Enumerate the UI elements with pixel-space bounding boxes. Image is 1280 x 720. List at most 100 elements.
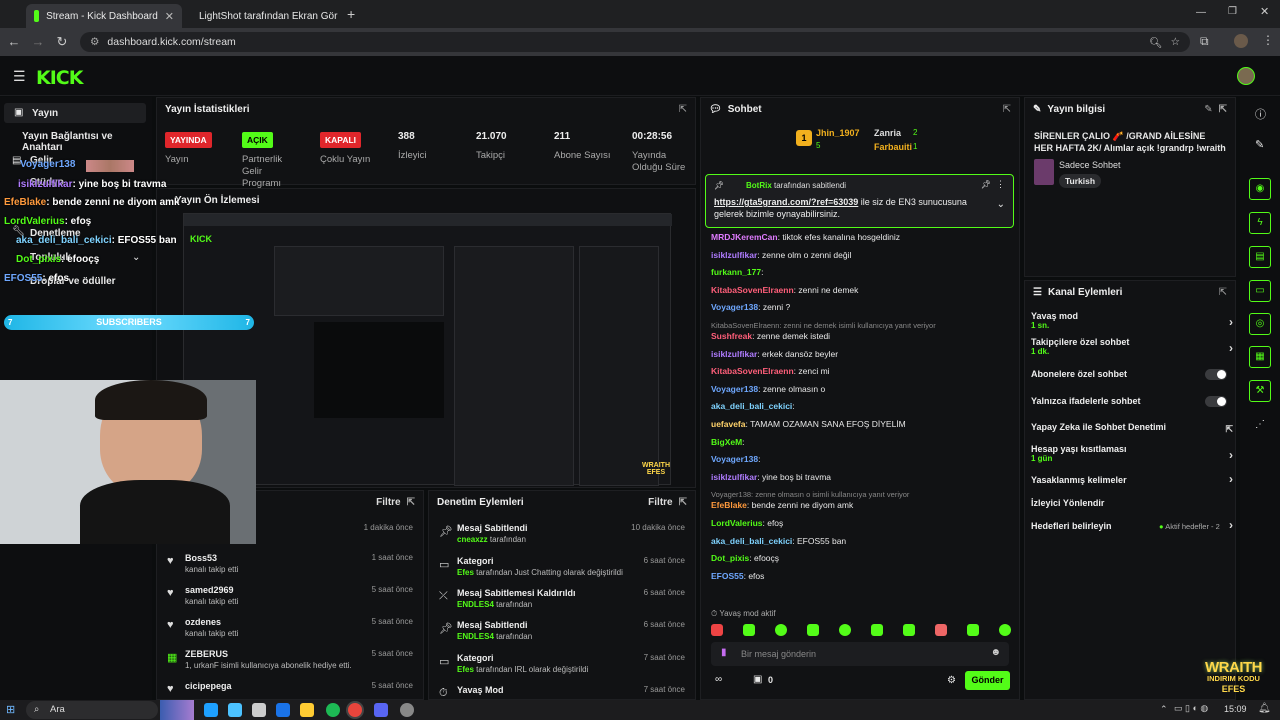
external-link-icon[interactable]: ⇱ bbox=[1225, 424, 1233, 435]
top-gifter-name[interactable]: Jhin_1907 bbox=[816, 128, 860, 138]
notifications-icon[interactable]: 🔔︎ bbox=[1258, 703, 1271, 714]
channel-points-icon[interactable]: ∞ bbox=[715, 674, 722, 685]
language-tag[interactable]: Turkish bbox=[1059, 174, 1102, 188]
tab-lightshot[interactable]: LightShot tarafından Ekran Gör ✕ bbox=[184, 4, 342, 28]
back-icon[interactable]: ← bbox=[6, 34, 22, 50]
mic-icon[interactable]: ▮ bbox=[721, 647, 727, 658]
new-tab-icon[interactable]: + bbox=[347, 6, 355, 22]
action-followers-only[interactable]: Takipçilere özel sohbet 1 dk. › bbox=[1031, 337, 1233, 356]
event-user[interactable]: ozdenes bbox=[185, 617, 221, 627]
chat-username[interactable]: Voyager138 bbox=[711, 384, 758, 394]
edit-icon[interactable]: ✎ bbox=[1255, 138, 1264, 151]
zoom-icon[interactable]: 🔍︎ bbox=[1149, 36, 1162, 49]
emote-icon[interactable] bbox=[999, 624, 1011, 636]
outlook-icon[interactable] bbox=[276, 703, 290, 717]
taskbar-search[interactable]: ⌕ Ara bbox=[26, 701, 158, 719]
modlog-user[interactable]: ENDLES4 bbox=[457, 632, 494, 641]
unpin-icon[interactable]: 📌︎ bbox=[981, 180, 991, 189]
action-ai-moderation[interactable]: Yapay Zeka ile Sohbet Denetimi ⇱ bbox=[1031, 422, 1233, 435]
extensions-icon[interactable]: ⧉ bbox=[1200, 34, 1209, 49]
chat-username[interactable]: uefavefa bbox=[711, 419, 746, 429]
reload-icon[interactable]: ↻ bbox=[54, 34, 70, 50]
lightning-icon[interactable]: ϟ bbox=[1249, 212, 1271, 234]
wrench-icon[interactable]: ⚒ bbox=[1249, 380, 1271, 402]
sidebar-item-stream-key[interactable]: Yayın Bağlantısı ve Anahtarı bbox=[22, 131, 152, 153]
more-tools-icon[interactable]: ⋰ bbox=[1255, 419, 1265, 430]
emote-icon[interactable] bbox=[935, 624, 947, 636]
emote-icon[interactable] bbox=[903, 624, 915, 636]
gift-icon[interactable]: ▣ bbox=[753, 674, 762, 685]
expand-icon[interactable]: ⇱ bbox=[407, 497, 415, 508]
site-info-icon[interactable]: ⚙ bbox=[90, 36, 99, 48]
expand-icon[interactable]: ⇱ bbox=[679, 497, 687, 508]
chat-username[interactable]: Sushfreak bbox=[711, 331, 752, 341]
category-thumbnail[interactable] bbox=[1034, 159, 1054, 185]
tray-icons[interactable]: ▭ ▯ ◐ ◍ bbox=[1174, 703, 1208, 714]
chat-settings-icon[interactable]: ⚙ bbox=[947, 675, 956, 686]
modlog-user[interactable]: Efes bbox=[457, 665, 474, 674]
emote-icon[interactable] bbox=[711, 624, 723, 636]
hamburger-menu-icon[interactable]: ☰ bbox=[13, 68, 26, 85]
windows-start-icon[interactable]: ⊞ bbox=[6, 703, 15, 716]
emote-icon[interactable] bbox=[967, 624, 979, 636]
pinned-link[interactable]: https://gta5grand.com/?ref=63039 bbox=[714, 197, 858, 207]
stream-video[interactable]: KICK WRAITH EFES bbox=[183, 213, 672, 486]
profile-avatar[interactable] bbox=[1234, 34, 1248, 48]
file-explorer-icon[interactable] bbox=[300, 703, 314, 717]
spotify-icon[interactable] bbox=[326, 703, 340, 717]
chat-username[interactable]: EFOS55 bbox=[711, 571, 744, 581]
chevron-right-icon[interactable]: › bbox=[1229, 448, 1233, 462]
emote-icon[interactable] bbox=[775, 624, 787, 636]
chat-username[interactable]: isiklzulfikar bbox=[711, 250, 757, 260]
chat-username[interactable]: MRDJKeremCan bbox=[711, 232, 778, 242]
top-gifter-name[interactable]: Zanria bbox=[874, 128, 901, 138]
chat-username[interactable]: LordValerius bbox=[711, 518, 763, 528]
minimize-icon[interactable]: — bbox=[1196, 7, 1206, 18]
store-app-icon[interactable] bbox=[252, 703, 266, 717]
event-user[interactable]: ZEBERUS bbox=[185, 649, 228, 659]
filter-button[interactable]: Filtre bbox=[648, 497, 672, 508]
url-field[interactable]: ⚙ dashboard.kick.com/stream 🔍︎ ☆ bbox=[80, 32, 1190, 52]
more-options-icon[interactable]: ⋮ bbox=[996, 179, 1005, 190]
copilot-icon[interactable] bbox=[228, 703, 242, 717]
close-tab-icon[interactable]: ✕ bbox=[165, 10, 174, 23]
obs-icon[interactable] bbox=[400, 703, 414, 717]
modlog-user[interactable]: Efes bbox=[457, 568, 474, 577]
emote-icon[interactable] bbox=[743, 624, 755, 636]
chat-username[interactable]: Dot_pixis bbox=[711, 553, 749, 563]
action-account-age[interactable]: Hesap yaşı kısıtlaması 1 gün › bbox=[1031, 444, 1233, 463]
tab-kick-dashboard[interactable]: Stream - Kick Dashboard ✕ bbox=[26, 4, 182, 28]
modlog-user[interactable]: ENDLES4 bbox=[457, 600, 494, 609]
chat-username[interactable]: BigXeM bbox=[711, 437, 742, 447]
chat-username[interactable]: aka_deli_bali_cekici bbox=[711, 401, 792, 411]
action-banned-words[interactable]: Yasaklanmış kelimeler › bbox=[1031, 472, 1233, 486]
emoji-picker-icon[interactable]: ☻ bbox=[990, 647, 1001, 658]
send-button[interactable]: Gönder bbox=[965, 671, 1010, 690]
chevron-down-icon[interactable]: ⌄ bbox=[997, 199, 1005, 210]
chat-username[interactable]: aka_deli_bali_cekici bbox=[711, 536, 792, 546]
event-user[interactable]: samed2969 bbox=[185, 585, 234, 595]
chat-username[interactable]: Voyager138 bbox=[711, 454, 758, 464]
popout-icon[interactable]: ⇱ bbox=[1003, 104, 1011, 115]
sidebar-item-yayin[interactable]: ▣ Yayın bbox=[4, 103, 146, 123]
event-user[interactable]: Boss53 bbox=[185, 553, 217, 563]
clock[interactable]: 15:09 bbox=[1224, 704, 1247, 714]
chat-username[interactable]: KitabaSovenElraenn bbox=[711, 285, 794, 295]
chat-input[interactable]: ▮ Bir mesaj gönderin ☻ bbox=[711, 642, 1009, 666]
close-window-icon[interactable]: ✕ bbox=[1260, 5, 1269, 18]
broadcast-icon[interactable]: ◎ bbox=[1249, 313, 1271, 335]
emote-only-toggle[interactable] bbox=[1205, 396, 1227, 407]
chat-username[interactable]: KitabaSovenElraenn bbox=[711, 366, 794, 376]
chat-username[interactable]: furkann_177 bbox=[711, 267, 761, 277]
discord-icon[interactable] bbox=[374, 703, 388, 717]
top-gifter-name[interactable]: Farbauiti bbox=[874, 142, 912, 152]
tray-chevron-icon[interactable]: ⌃ bbox=[1160, 704, 1168, 715]
camera-icon[interactable]: ◉ bbox=[1249, 178, 1271, 200]
kick-logo[interactable]: KICK bbox=[36, 67, 83, 89]
news-widget[interactable] bbox=[160, 700, 194, 720]
store-icon[interactable]: ▦ bbox=[1249, 346, 1271, 368]
maximize-icon[interactable]: ❐ bbox=[1228, 6, 1237, 17]
chevron-right-icon[interactable]: › bbox=[1229, 315, 1233, 329]
chat-username[interactable]: isiklzulfikar bbox=[711, 472, 757, 482]
edit-icon[interactable]: ✎ bbox=[1204, 104, 1212, 115]
